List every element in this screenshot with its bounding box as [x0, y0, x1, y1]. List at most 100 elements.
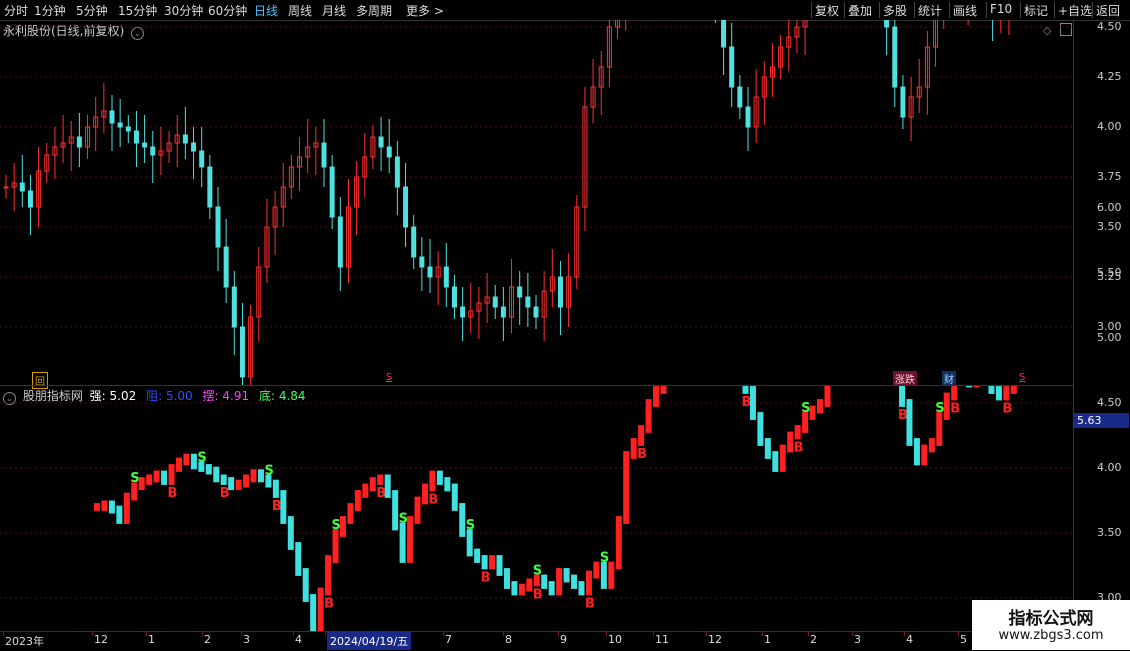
tab-7[interactable]: 周线 — [288, 2, 312, 19]
tool-button-7[interactable]: +自选 — [1058, 2, 1092, 19]
indicator-bar — [257, 469, 264, 483]
candle-body — [737, 86, 743, 108]
candle-body — [109, 110, 115, 124]
indicator-bar — [153, 470, 160, 483]
tab-5[interactable]: 60分钟 — [208, 2, 247, 19]
main-candlestick-chart[interactable]: 5.872.60 — [0, 20, 1073, 385]
change-marker[interactable]: 涨跌 — [893, 371, 917, 386]
indicator-bar — [511, 581, 518, 596]
indicator-bar — [764, 438, 771, 459]
candle-body — [191, 142, 197, 152]
buy-signal: B — [481, 571, 491, 586]
tab-3[interactable]: 15分钟 — [118, 2, 157, 19]
indicator-y-tick-label: 4.50 — [1097, 396, 1122, 409]
candle-body — [182, 134, 188, 144]
date-tick — [762, 632, 763, 636]
indicator-bar — [749, 386, 756, 420]
tool-button-8[interactable]: 返回 — [1096, 2, 1120, 19]
date-label: 4 — [906, 633, 913, 646]
indicator-bar — [295, 542, 302, 576]
indicator-bar — [250, 469, 257, 483]
candle-body — [321, 142, 327, 168]
indicator-bar — [1010, 386, 1017, 394]
indicator-bar — [243, 474, 250, 488]
indicator-bar — [772, 451, 779, 472]
candle-body — [451, 286, 457, 308]
tool-button-0[interactable]: 复权 — [815, 2, 839, 19]
candle-body — [403, 186, 409, 228]
date-label: 1 — [148, 633, 155, 646]
indicator-bar — [787, 431, 794, 453]
candle-body — [394, 156, 400, 188]
candle-body — [337, 216, 343, 268]
indicator-y-tick-label: 4.00 — [1097, 461, 1122, 474]
indicator-bar — [228, 477, 235, 491]
indicator-bar — [496, 555, 503, 576]
buy-signal: B — [272, 499, 282, 514]
tab-1[interactable]: 1分钟 — [34, 2, 66, 19]
indicator-bar — [190, 453, 197, 470]
date-label: 3 — [243, 633, 250, 646]
tool-button-6[interactable]: 标记 — [1024, 2, 1048, 19]
date-label: 12 — [94, 633, 108, 646]
indicator-bar — [317, 587, 324, 631]
indicator-bar — [615, 516, 622, 570]
date-tick — [325, 632, 326, 636]
indicator-y-tick-label: 3.50 — [1097, 526, 1122, 539]
tool-button-3[interactable]: 统计 — [918, 2, 942, 19]
candle-body — [223, 246, 229, 288]
buy-signal: B — [637, 447, 647, 462]
indicator-bar — [600, 561, 607, 589]
sell-signal: S — [399, 512, 408, 527]
top-toolbar: 分时 1分钟 5分钟 15分钟 30分钟 60分钟 日线 周线 月线 多周期 更多 > 复权 叠加 多股… — [0, 0, 1130, 21]
tab-0[interactable]: 分时 — [4, 2, 28, 19]
date-label: 11 — [655, 633, 669, 646]
buy-signal: B — [168, 486, 178, 501]
candle-body — [411, 226, 417, 258]
indicator-bar — [302, 568, 309, 602]
buy-signal: B — [220, 486, 230, 501]
sell-signal: S — [600, 551, 609, 566]
tool-button-5[interactable]: F10 — [990, 2, 1012, 16]
candle-body — [443, 266, 449, 288]
indicator-bar — [966, 386, 973, 388]
tab-9[interactable]: 多周期 — [356, 2, 392, 19]
date-label: 8 — [505, 633, 512, 646]
sell-marker-2[interactable]: S — [1017, 372, 1027, 383]
indicator-bar — [742, 386, 749, 394]
indicator-bar — [645, 399, 652, 433]
date-label: 3 — [854, 633, 861, 646]
finance-marker[interactable]: 财 — [942, 371, 956, 386]
date-tick — [653, 632, 654, 636]
date-label: 2 — [810, 633, 817, 646]
indicator-bar — [339, 516, 346, 537]
y-tick-label: 4.25 — [1097, 70, 1122, 83]
tab-2[interactable]: 5分钟 — [76, 2, 108, 19]
indicator-bar — [451, 483, 458, 511]
indicator-bar — [94, 503, 100, 511]
buy-signal: B — [1002, 402, 1012, 417]
buy-signal: B — [898, 408, 908, 423]
indicator-bar — [116, 505, 123, 524]
indicator-chart[interactable]: SBSBSBBSBSBSBBSBSBSBSBBSBSBSBBSB — [0, 386, 1073, 631]
tab-6[interactable]: 日线 — [254, 2, 278, 19]
buy-signal: B — [950, 402, 960, 417]
tool-button-4[interactable]: 画线 — [953, 2, 977, 19]
indicator-bar — [287, 516, 294, 550]
tab-10[interactable]: 更多 > — [406, 2, 444, 19]
indicator-bar — [943, 392, 950, 420]
tab-8[interactable]: 月线 — [322, 2, 346, 19]
indicator-bar — [347, 503, 354, 524]
indicator-bar — [220, 474, 227, 485]
tab-4[interactable]: 30分钟 — [164, 2, 203, 19]
sell-signal: S — [264, 463, 273, 478]
indicator-bar — [332, 529, 339, 563]
indicator-bar — [503, 568, 510, 589]
sell-signal: S — [466, 518, 475, 533]
date-label: 2 — [204, 633, 211, 646]
sell-marker-1[interactable]: S — [384, 372, 394, 383]
tool-button-1[interactable]: 叠加 — [848, 2, 872, 19]
indicator-bar — [585, 570, 592, 596]
indicator-bar — [183, 453, 190, 466]
tool-button-2[interactable]: 多股 — [883, 2, 907, 19]
